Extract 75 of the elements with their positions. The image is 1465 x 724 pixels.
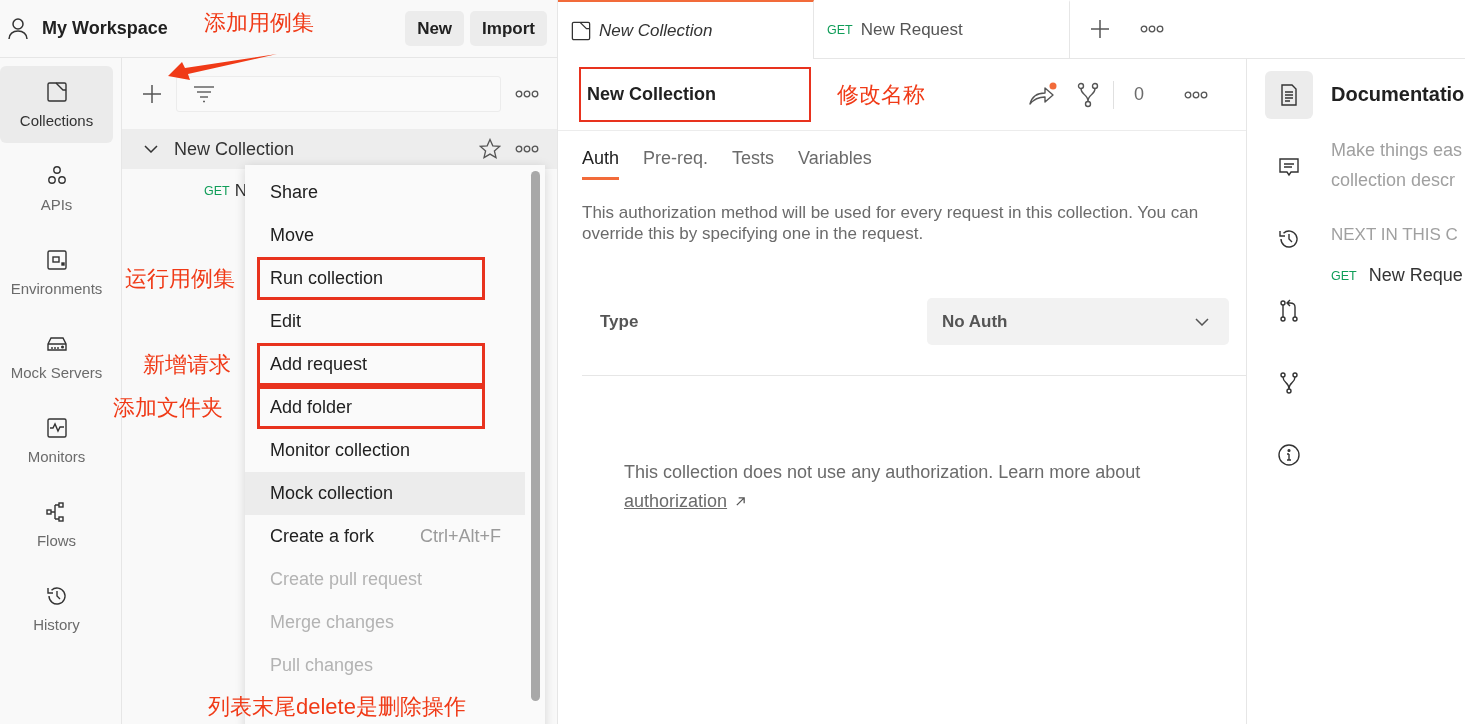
annotation-text: 运行用例集	[125, 266, 235, 292]
info-icon	[1277, 443, 1301, 467]
user-icon	[8, 17, 28, 40]
header-button[interactable]: Import	[470, 11, 547, 46]
add-tab-icon[interactable]	[1090, 19, 1110, 39]
tab[interactable]: Auth	[582, 148, 620, 180]
external-link-icon	[735, 496, 747, 507]
nav-item[interactable]: Mock Servers	[0, 318, 113, 395]
nav-item[interactable]: APIs	[0, 150, 113, 227]
auth-description: This authorization method will be used for every request in this collection. You can override this by specifying one in the request.	[582, 202, 1200, 244]
menu-item[interactable]: Run collection	[257, 257, 485, 300]
monitor-icon	[44, 416, 69, 440]
menu-item[interactable]: Edit	[245, 300, 525, 343]
comment-icon	[1277, 155, 1301, 179]
menu-item[interactable]: Monitor collection	[245, 429, 525, 472]
collection-icon	[44, 80, 69, 104]
history-icon	[1277, 227, 1301, 251]
header-button[interactable]: New	[405, 11, 465, 46]
auth-type-dropdown[interactable]: No Auth	[927, 298, 1229, 345]
annotation-text: 新增请求	[143, 352, 231, 378]
menu-item[interactable]: Mock collection	[245, 472, 525, 515]
fork-icon	[1277, 371, 1301, 395]
filter-field[interactable]	[176, 76, 501, 112]
tab-label: New Request	[860, 20, 963, 40]
request-link[interactable]: New Reque	[1368, 265, 1463, 286]
nav-item[interactable]: Flows	[0, 486, 113, 563]
nav-item[interactable]: Environments	[0, 234, 113, 311]
annotation-text: 列表末尾delete是删除操作	[208, 694, 466, 720]
history-icon	[44, 584, 69, 608]
menu-item[interactable]: Add folder	[257, 386, 485, 429]
more-icon[interactable]	[1184, 90, 1208, 99]
panel-description: collection descr	[1331, 169, 1457, 192]
type-label: Type	[600, 311, 639, 332]
tab[interactable]: Tests	[732, 148, 775, 180]
method-label: GET	[827, 23, 853, 37]
method-label: GET	[1331, 268, 1357, 283]
workspace-name[interactable]: My Workspace	[42, 18, 168, 39]
tab[interactable]: GET New Request	[814, 0, 1070, 58]
environment-icon	[44, 248, 69, 272]
nav-item[interactable]: Collections	[0, 66, 113, 143]
add-icon[interactable]	[142, 84, 162, 104]
menu-item[interactable]: Share	[245, 171, 525, 214]
collection-icon	[571, 20, 591, 41]
fork-icon[interactable]	[1077, 81, 1099, 108]
panel-title: Documentatio	[1331, 83, 1465, 107]
chevron-icon	[1195, 317, 1209, 326]
collection-row[interactable]: New Collection	[122, 129, 557, 169]
more-icon[interactable]	[515, 145, 539, 153]
nav-item[interactable]: Monitors	[0, 402, 113, 479]
star-icon[interactable]	[479, 138, 501, 160]
pull-request-icon	[1277, 299, 1301, 323]
fork-count: 0	[1134, 84, 1144, 105]
method-label: GET	[204, 184, 230, 198]
annotation-text: 添加文件夹	[113, 395, 223, 421]
info-text: This collection does not use any authorization. Learn more about	[624, 461, 1142, 484]
menu-item[interactable]: Create a fork Ctrl+Alt+F	[245, 515, 525, 558]
tab[interactable]: Pre-req.	[643, 148, 709, 180]
section-heading: NEXT IN THIS C	[1331, 225, 1459, 245]
chevron-icon[interactable]	[144, 145, 158, 153]
collection-name-field[interactable]: New Collection	[579, 67, 811, 122]
more-icon[interactable]	[515, 90, 539, 98]
authorization-link[interactable]: authorization	[624, 487, 728, 516]
scrollbar[interactable]	[531, 171, 540, 701]
tab[interactable]: New Collection	[558, 0, 814, 59]
panel-description: Make things eas	[1331, 139, 1464, 162]
annotation-text: 修改名称	[837, 82, 925, 108]
annotation-text: 添加用例集	[204, 10, 314, 36]
nav-item[interactable]: History	[0, 570, 113, 647]
more-icon[interactable]	[1140, 25, 1164, 33]
tab-label: New Collection	[599, 20, 713, 41]
tab[interactable]: Variables	[798, 148, 872, 180]
menu-item[interactable]: Add request	[257, 343, 485, 386]
filter-icon[interactable]	[193, 85, 215, 103]
tool-button[interactable]	[1265, 71, 1313, 119]
menu-item[interactable]: Move	[245, 214, 525, 257]
